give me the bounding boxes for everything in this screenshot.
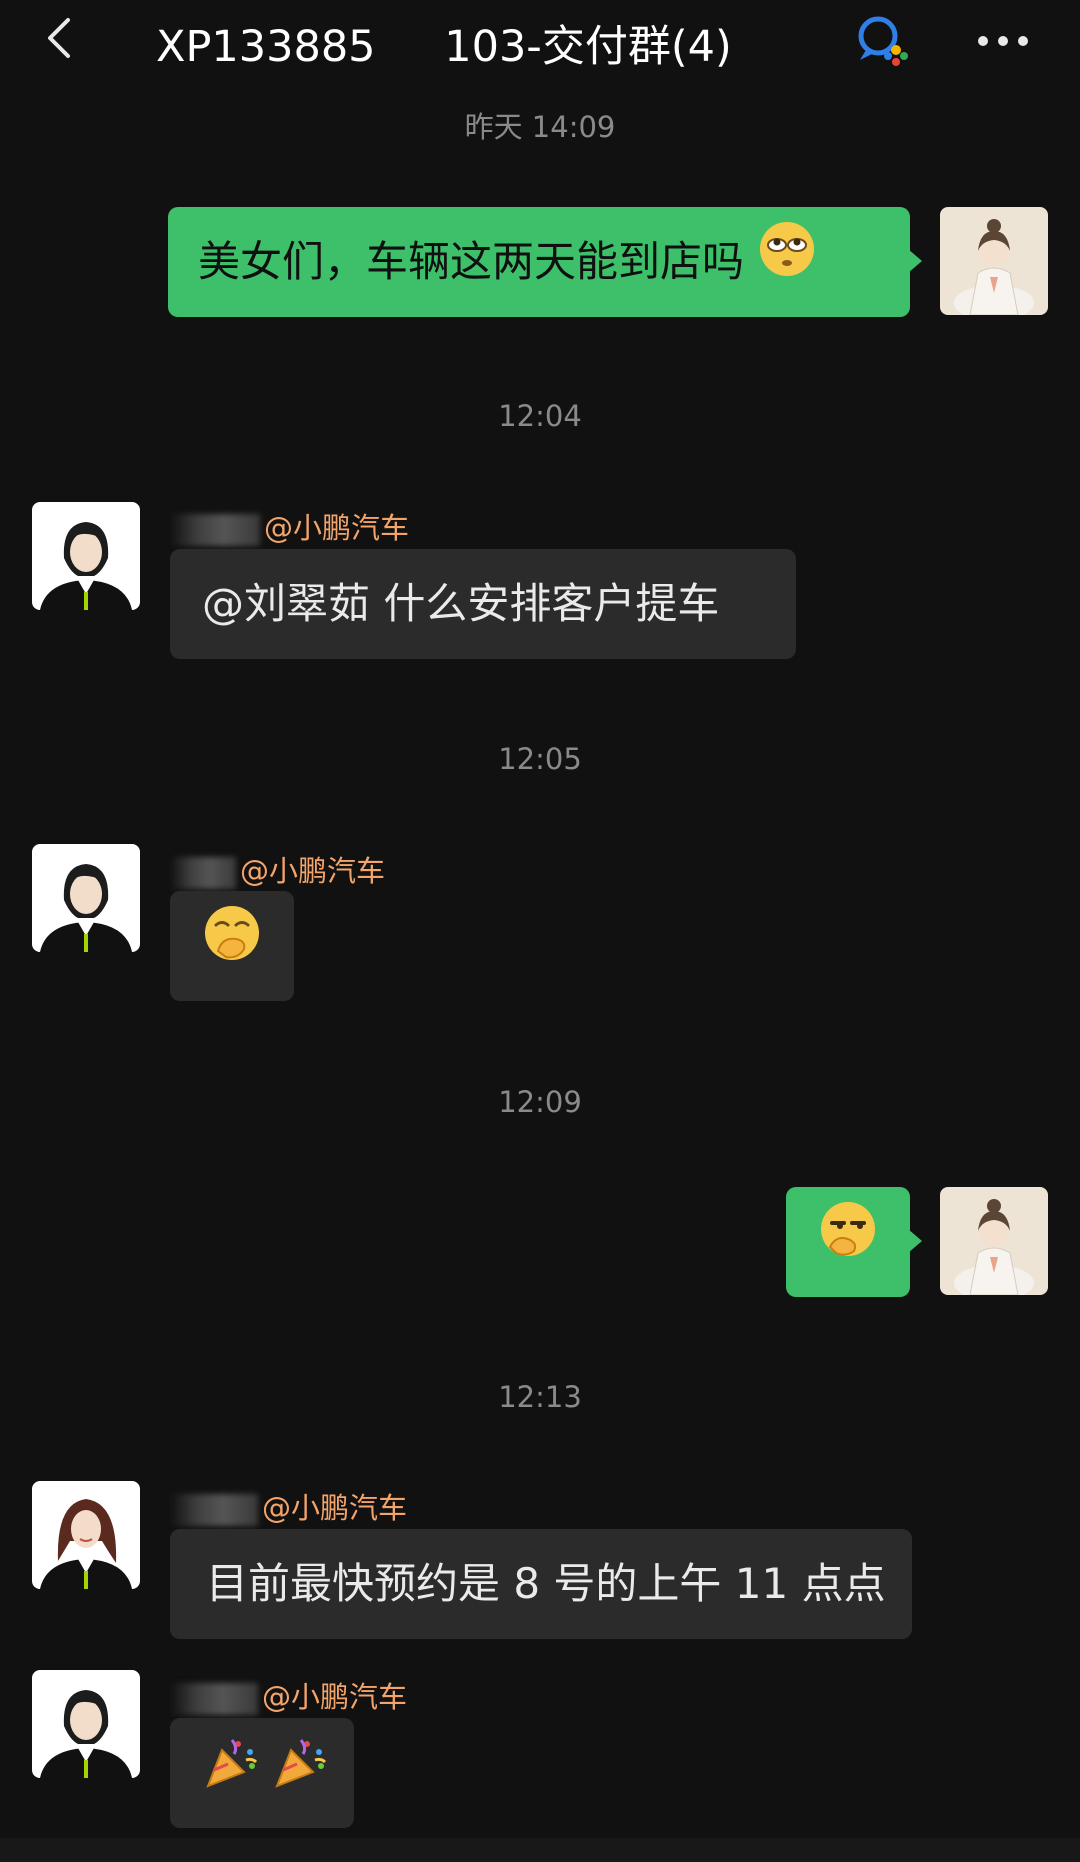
timestamp: 昨天 14:09 bbox=[464, 110, 616, 144]
sender-org: @小鹏汽车 bbox=[264, 511, 410, 545]
message-bubble-incoming[interactable]: 目前最快预约是 8 号的上午 11 点点 bbox=[170, 1529, 912, 1639]
sender-org: @小鹏汽车 bbox=[240, 854, 386, 888]
input-bar-edge bbox=[0, 1838, 1080, 1862]
my-avatar[interactable] bbox=[940, 1187, 1048, 1295]
sender-name: @小鹏汽车 bbox=[170, 848, 386, 889]
timestamp: 12:09 bbox=[498, 1085, 582, 1119]
back-button[interactable] bbox=[40, 14, 80, 62]
message-text: 美女们，车辆这两天能到店吗 bbox=[198, 237, 745, 286]
wecom-chat-icon bbox=[852, 12, 912, 68]
member-avatar[interactable] bbox=[32, 1481, 140, 1589]
hand-over-mouth-emoji bbox=[202, 894, 262, 1004]
message-bubble-outgoing[interactable] bbox=[786, 1187, 922, 1300]
dot bbox=[998, 36, 1008, 46]
redacted-name bbox=[170, 514, 260, 546]
my-avatar[interactable] bbox=[940, 207, 1048, 315]
member-avatar[interactable] bbox=[32, 844, 140, 952]
sender-name: @小鹏汽车 bbox=[170, 1485, 408, 1526]
party-popper-emoji bbox=[273, 1721, 329, 1831]
chat-title: XP133885 103-交付群(4) bbox=[156, 22, 732, 72]
chat-header: XP133885 103-交付群(4) bbox=[0, 0, 1080, 82]
sender-org: @小鹏汽车 bbox=[262, 1680, 408, 1714]
dot bbox=[978, 36, 988, 46]
member-avatar[interactable] bbox=[32, 502, 140, 610]
sender-name: @小鹏汽车 bbox=[170, 1674, 408, 1715]
party-popper-emoji bbox=[204, 1721, 260, 1831]
message-bubble-incoming[interactable]: @刘翠茹 什么安排客户提车 bbox=[170, 549, 796, 659]
rolling-eyes-emoji bbox=[757, 210, 817, 320]
more-options-button[interactable] bbox=[976, 22, 1030, 56]
message-bubble-incoming[interactable] bbox=[170, 891, 294, 1001]
smirk-hand-emoji bbox=[818, 1190, 878, 1300]
member-avatar[interactable] bbox=[32, 1670, 140, 1778]
message-bubble-outgoing[interactable]: 美女们，车辆这两天能到店吗 bbox=[168, 207, 922, 320]
redacted-name bbox=[170, 1494, 258, 1526]
redacted-name bbox=[170, 857, 236, 889]
chevron-left-icon bbox=[48, 18, 70, 58]
message-text: @刘翠茹 什么安排客户提车 bbox=[202, 579, 720, 628]
timestamp: 12:13 bbox=[498, 1380, 582, 1414]
timestamp: 12:05 bbox=[498, 742, 582, 776]
sender-name: @小鹏汽车 bbox=[170, 505, 410, 546]
message-bubble-incoming[interactable] bbox=[170, 1718, 354, 1828]
sender-org: @小鹏汽车 bbox=[262, 1491, 408, 1525]
dot bbox=[1018, 36, 1028, 46]
timestamp: 12:04 bbox=[498, 399, 582, 433]
redacted-name bbox=[170, 1683, 258, 1715]
message-text: 目前最快预约是 8 号的上午 11 点点 bbox=[206, 1559, 886, 1608]
